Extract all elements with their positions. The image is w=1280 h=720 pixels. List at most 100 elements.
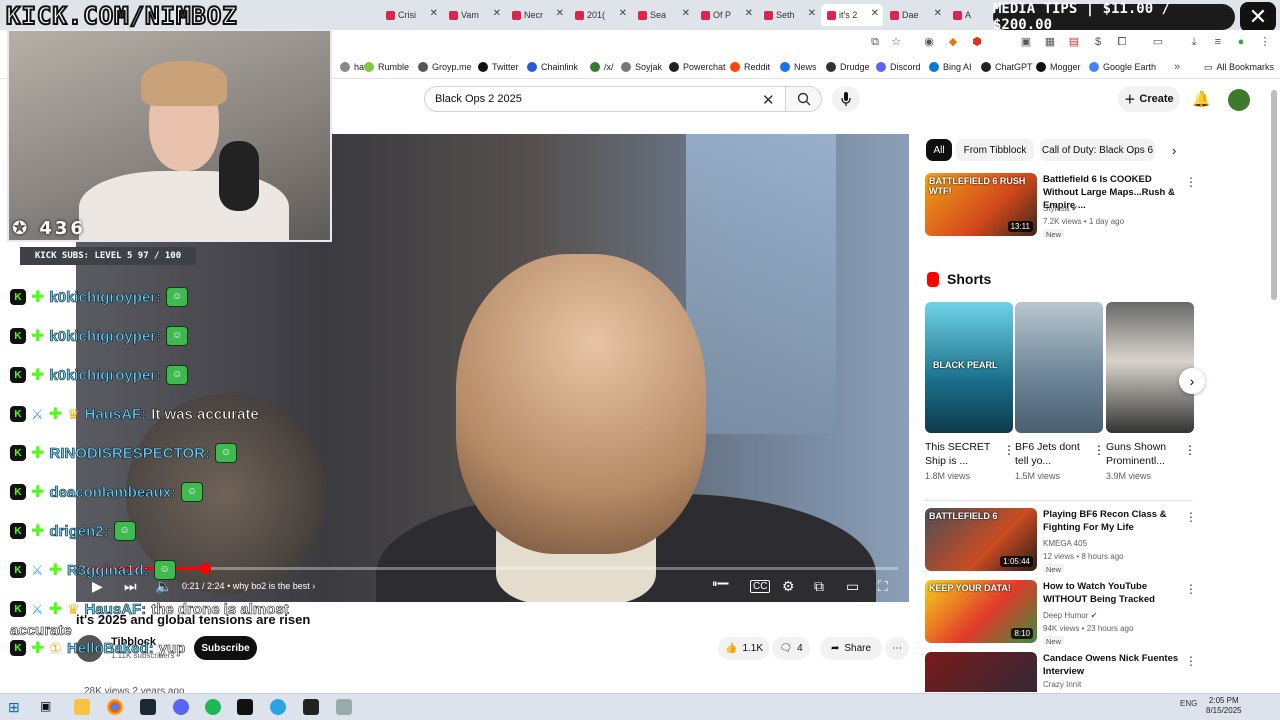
- bookmark-item[interactable]: Chainlink: [527, 60, 578, 74]
- browser-tab[interactable]: Seth ✕: [758, 4, 820, 26]
- discord-icon[interactable]: [173, 699, 189, 715]
- spotify-icon[interactable]: [205, 699, 221, 715]
- tab-close-icon[interactable]: ✕: [619, 8, 627, 19]
- bookmark-item[interactable]: ChatGPT: [981, 60, 1033, 74]
- recommended-video[interactable]: KEEP YOUR DATA! 8:10 How to Watch YouTube …: [925, 580, 1195, 644]
- bookmark-item[interactable]: hat: [340, 60, 367, 74]
- short-thumbnail[interactable]: [1015, 302, 1103, 433]
- create-button[interactable]: ＋ Create: [1118, 86, 1180, 112]
- bookmark-item[interactable]: Bing AI: [929, 60, 972, 74]
- comments-button[interactable]: 🗨 4: [772, 637, 810, 660]
- video-thumbnail[interactable]: BATTLEFIELD 6 1:05:44: [925, 508, 1037, 571]
- theater-mode-icon[interactable]: ▭: [846, 578, 859, 595]
- short-title[interactable]: BF6 Jets dont tell yo...: [1015, 440, 1091, 468]
- tab-close-icon[interactable]: ✕: [682, 8, 690, 19]
- video-title[interactable]: How to Watch YouTube WITHOUT Being Track…: [1043, 580, 1183, 606]
- tab-close-icon[interactable]: ✕: [493, 8, 501, 19]
- short-thumbnail[interactable]: BLACK PEARL: [925, 302, 1013, 433]
- filter-chip[interactable]: From Tibblock: [956, 139, 1034, 161]
- short-card[interactable]: BLACK PEARL This SECRET Ship is ... 1.8M v…: [925, 302, 1015, 481]
- system-clock[interactable]: 2:05 PM 8/15/2025: [1206, 696, 1242, 716]
- short-title[interactable]: Guns Shown Prominentl...: [1106, 440, 1182, 468]
- video-title[interactable]: Playing BF6 Recon Class & Fighting For M…: [1043, 508, 1183, 534]
- filter-chip[interactable]: Call of Duty: Black Ops 6: [1040, 139, 1155, 161]
- tab-close-icon[interactable]: ✕: [871, 8, 879, 19]
- browser-tab[interactable]: it's 2 ✕: [821, 4, 883, 26]
- more-options-icon[interactable]: ⋮: [1185, 654, 1195, 668]
- bookmark-item[interactable]: Reddit: [730, 60, 770, 74]
- account-avatar[interactable]: [1228, 89, 1250, 111]
- more-options-icon[interactable]: ⋮: [1185, 175, 1195, 189]
- video-thumbnail[interactable]: [925, 652, 1037, 692]
- extension-icon[interactable]: ◉: [922, 35, 936, 49]
- menu-icon[interactable]: ⋮: [1258, 35, 1272, 49]
- channel-name[interactable]: KMEGA 405: [1043, 539, 1087, 548]
- bookmark-item[interactable]: Rumble: [364, 60, 409, 74]
- metamask-icon[interactable]: ◆: [946, 35, 960, 49]
- browser-tab[interactable]: Vam ✕: [443, 4, 505, 26]
- browser-tab[interactable]: Dae ✕: [884, 4, 946, 26]
- video-thumbnail[interactable]: BATTLEFIELD 6 RUSH WTF! 13:11: [925, 173, 1037, 236]
- short-title[interactable]: This SECRET Ship is ...: [925, 440, 1001, 468]
- bookmark-item[interactable]: Drudge: [826, 60, 870, 74]
- obs-icon[interactable]: [237, 699, 253, 715]
- telegram-icon[interactable]: [270, 699, 286, 715]
- bookmark-star-icon[interactable]: ☆: [889, 35, 903, 49]
- browser-tab[interactable]: Sea ✕: [632, 4, 694, 26]
- steam-icon[interactable]: [140, 699, 156, 715]
- more-options-icon[interactable]: ⋮: [1003, 443, 1015, 457]
- bookmark-item[interactable]: Powerchat: [669, 60, 726, 74]
- autoplay-toggle-icon[interactable]: ⏸━: [712, 578, 729, 591]
- download-icon[interactable]: ⤓: [1187, 35, 1201, 49]
- filter-chip[interactable]: All: [926, 139, 952, 161]
- start-icon[interactable]: ⊞: [8, 699, 24, 715]
- bookmark-item[interactable]: Soyjak: [621, 60, 662, 74]
- bookmark-item[interactable]: Twitter: [478, 60, 519, 74]
- search-button[interactable]: [786, 86, 822, 112]
- browser-tab[interactable]: Crisi ✕: [380, 4, 442, 26]
- language-indicator[interactable]: ENG: [1180, 699, 1197, 708]
- shorts-next-button[interactable]: ›: [1179, 368, 1205, 394]
- tab-close-icon[interactable]: ✕: [556, 8, 564, 19]
- video-progress-bar[interactable]: [86, 563, 898, 574]
- puzzle-icon[interactable]: ⧠: [1115, 35, 1129, 49]
- miniplayer-icon[interactable]: ⧉: [814, 578, 824, 595]
- like-button[interactable]: 👍 1.1K: [718, 637, 770, 660]
- browser-tab[interactable]: Of P ✕: [695, 4, 757, 26]
- captions-icon[interactable]: CC: [750, 580, 771, 593]
- bookmark-item[interactable]: /x/: [590, 60, 614, 74]
- short-card[interactable]: Guns Shown Prominentl... 3.9M views ⋮: [1106, 302, 1196, 481]
- settings-gear-icon[interactable]: ⚙: [782, 578, 795, 595]
- install-app-icon[interactable]: ⧉: [868, 35, 882, 49]
- bookmark-item[interactable]: Google Earth: [1089, 60, 1156, 74]
- profile-icon[interactable]: ●: [1234, 35, 1248, 49]
- sidebar-icon[interactable]: ▭: [1151, 35, 1165, 49]
- short-card[interactable]: BF6 Jets dont tell yo... 1.5M views ⋮: [1015, 302, 1105, 481]
- bookmark-item[interactable]: Groyp.me: [418, 60, 472, 74]
- extension-icon[interactable]: $: [1091, 35, 1105, 49]
- tab-close-icon[interactable]: ✕: [745, 8, 753, 19]
- channel-name[interactable]: Deep Humor ✔: [1043, 611, 1097, 620]
- page-scrollbar[interactable]: [1271, 90, 1277, 300]
- search-input[interactable]: Black Ops 2 2025: [424, 86, 786, 112]
- bookmark-item[interactable]: Mogger: [1036, 60, 1081, 74]
- chevron-right-icon[interactable]: ›: [1172, 143, 1176, 158]
- tab-close-icon[interactable]: ✕: [934, 8, 942, 19]
- app-icon[interactable]: [336, 699, 352, 715]
- channel-name[interactable]: Stylosa ✔: [1043, 204, 1078, 213]
- all-bookmarks[interactable]: ▭ All Bookmarks: [1204, 60, 1274, 74]
- video-scrubber-handle[interactable]: [199, 563, 211, 574]
- more-options-icon[interactable]: ⋮: [1185, 582, 1195, 596]
- subscribe-button[interactable]: Subscribe: [194, 636, 257, 660]
- more-bookmarks-icon[interactable]: »: [1170, 60, 1184, 74]
- browser-tab[interactable]: 201(✕: [569, 4, 631, 26]
- media-icon[interactable]: ≡: [1211, 35, 1225, 49]
- file-explorer-icon[interactable]: [74, 699, 90, 715]
- video-title[interactable]: Candace Owens Nick Fuentes Interview: [1043, 652, 1183, 678]
- extension-icon[interactable]: ▣: [1019, 35, 1033, 49]
- chrome-icon[interactable]: [107, 699, 123, 715]
- recommended-video[interactable]: Candace Owens Nick Fuentes Interview Craz…: [925, 652, 1195, 692]
- fullscreen-icon[interactable]: ⛶: [878, 578, 888, 595]
- bookmark-item[interactable]: Discord: [876, 60, 921, 74]
- recommended-video[interactable]: BATTLEFIELD 6 1:05:44 Playing BF6 Recon Cl…: [925, 508, 1195, 572]
